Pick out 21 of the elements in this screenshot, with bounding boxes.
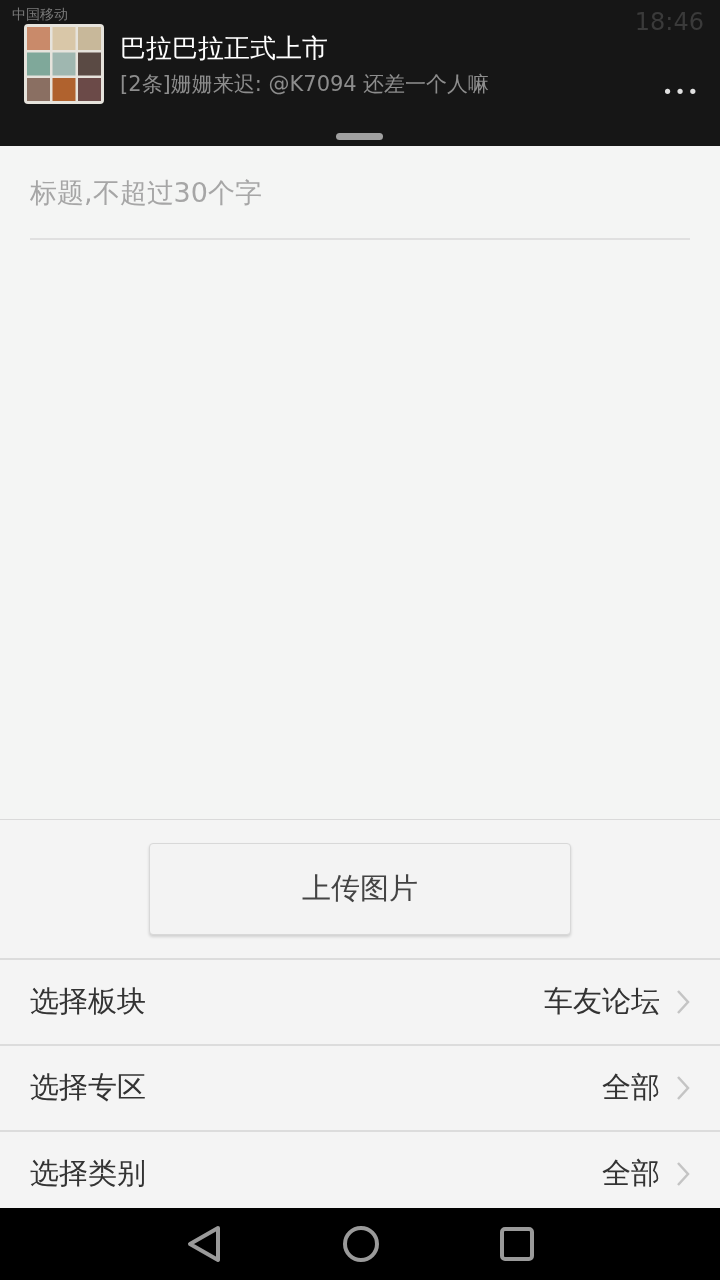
option-value: 车友论坛 [544,983,660,1021]
option-label: 选择板块 [30,983,146,1021]
chevron-right-icon [676,1161,690,1187]
option-row[interactable]: 选择专区 全部 [0,1046,720,1132]
drag-handle[interactable] [336,133,383,140]
carrier-label: 中国移动 [12,5,68,24]
chevron-right-icon [676,1075,690,1101]
notification-message: [2条]姗姗来迟: @K7094 还差一个人嘛 [120,70,491,98]
option-label: 选择专区 [30,1069,146,1107]
chevron-right-icon [676,989,690,1015]
option-row[interactable]: 选择板块 车友论坛 [0,960,720,1046]
home-icon[interactable] [342,1225,380,1263]
upload-image-button[interactable]: 上传图片 [149,843,571,935]
option-value: 全部 [602,1069,660,1107]
more-icon[interactable]: ••• [662,78,700,105]
back-icon[interactable] [186,1224,222,1264]
option-value: 全部 [602,1155,660,1193]
option-label: 选择类别 [30,1155,146,1193]
recent-apps-icon[interactable] [500,1227,534,1261]
notification-title: 巴拉巴拉正式上市 [120,32,329,65]
title-field[interactable]: 标题,不超过30个字 [30,146,690,240]
